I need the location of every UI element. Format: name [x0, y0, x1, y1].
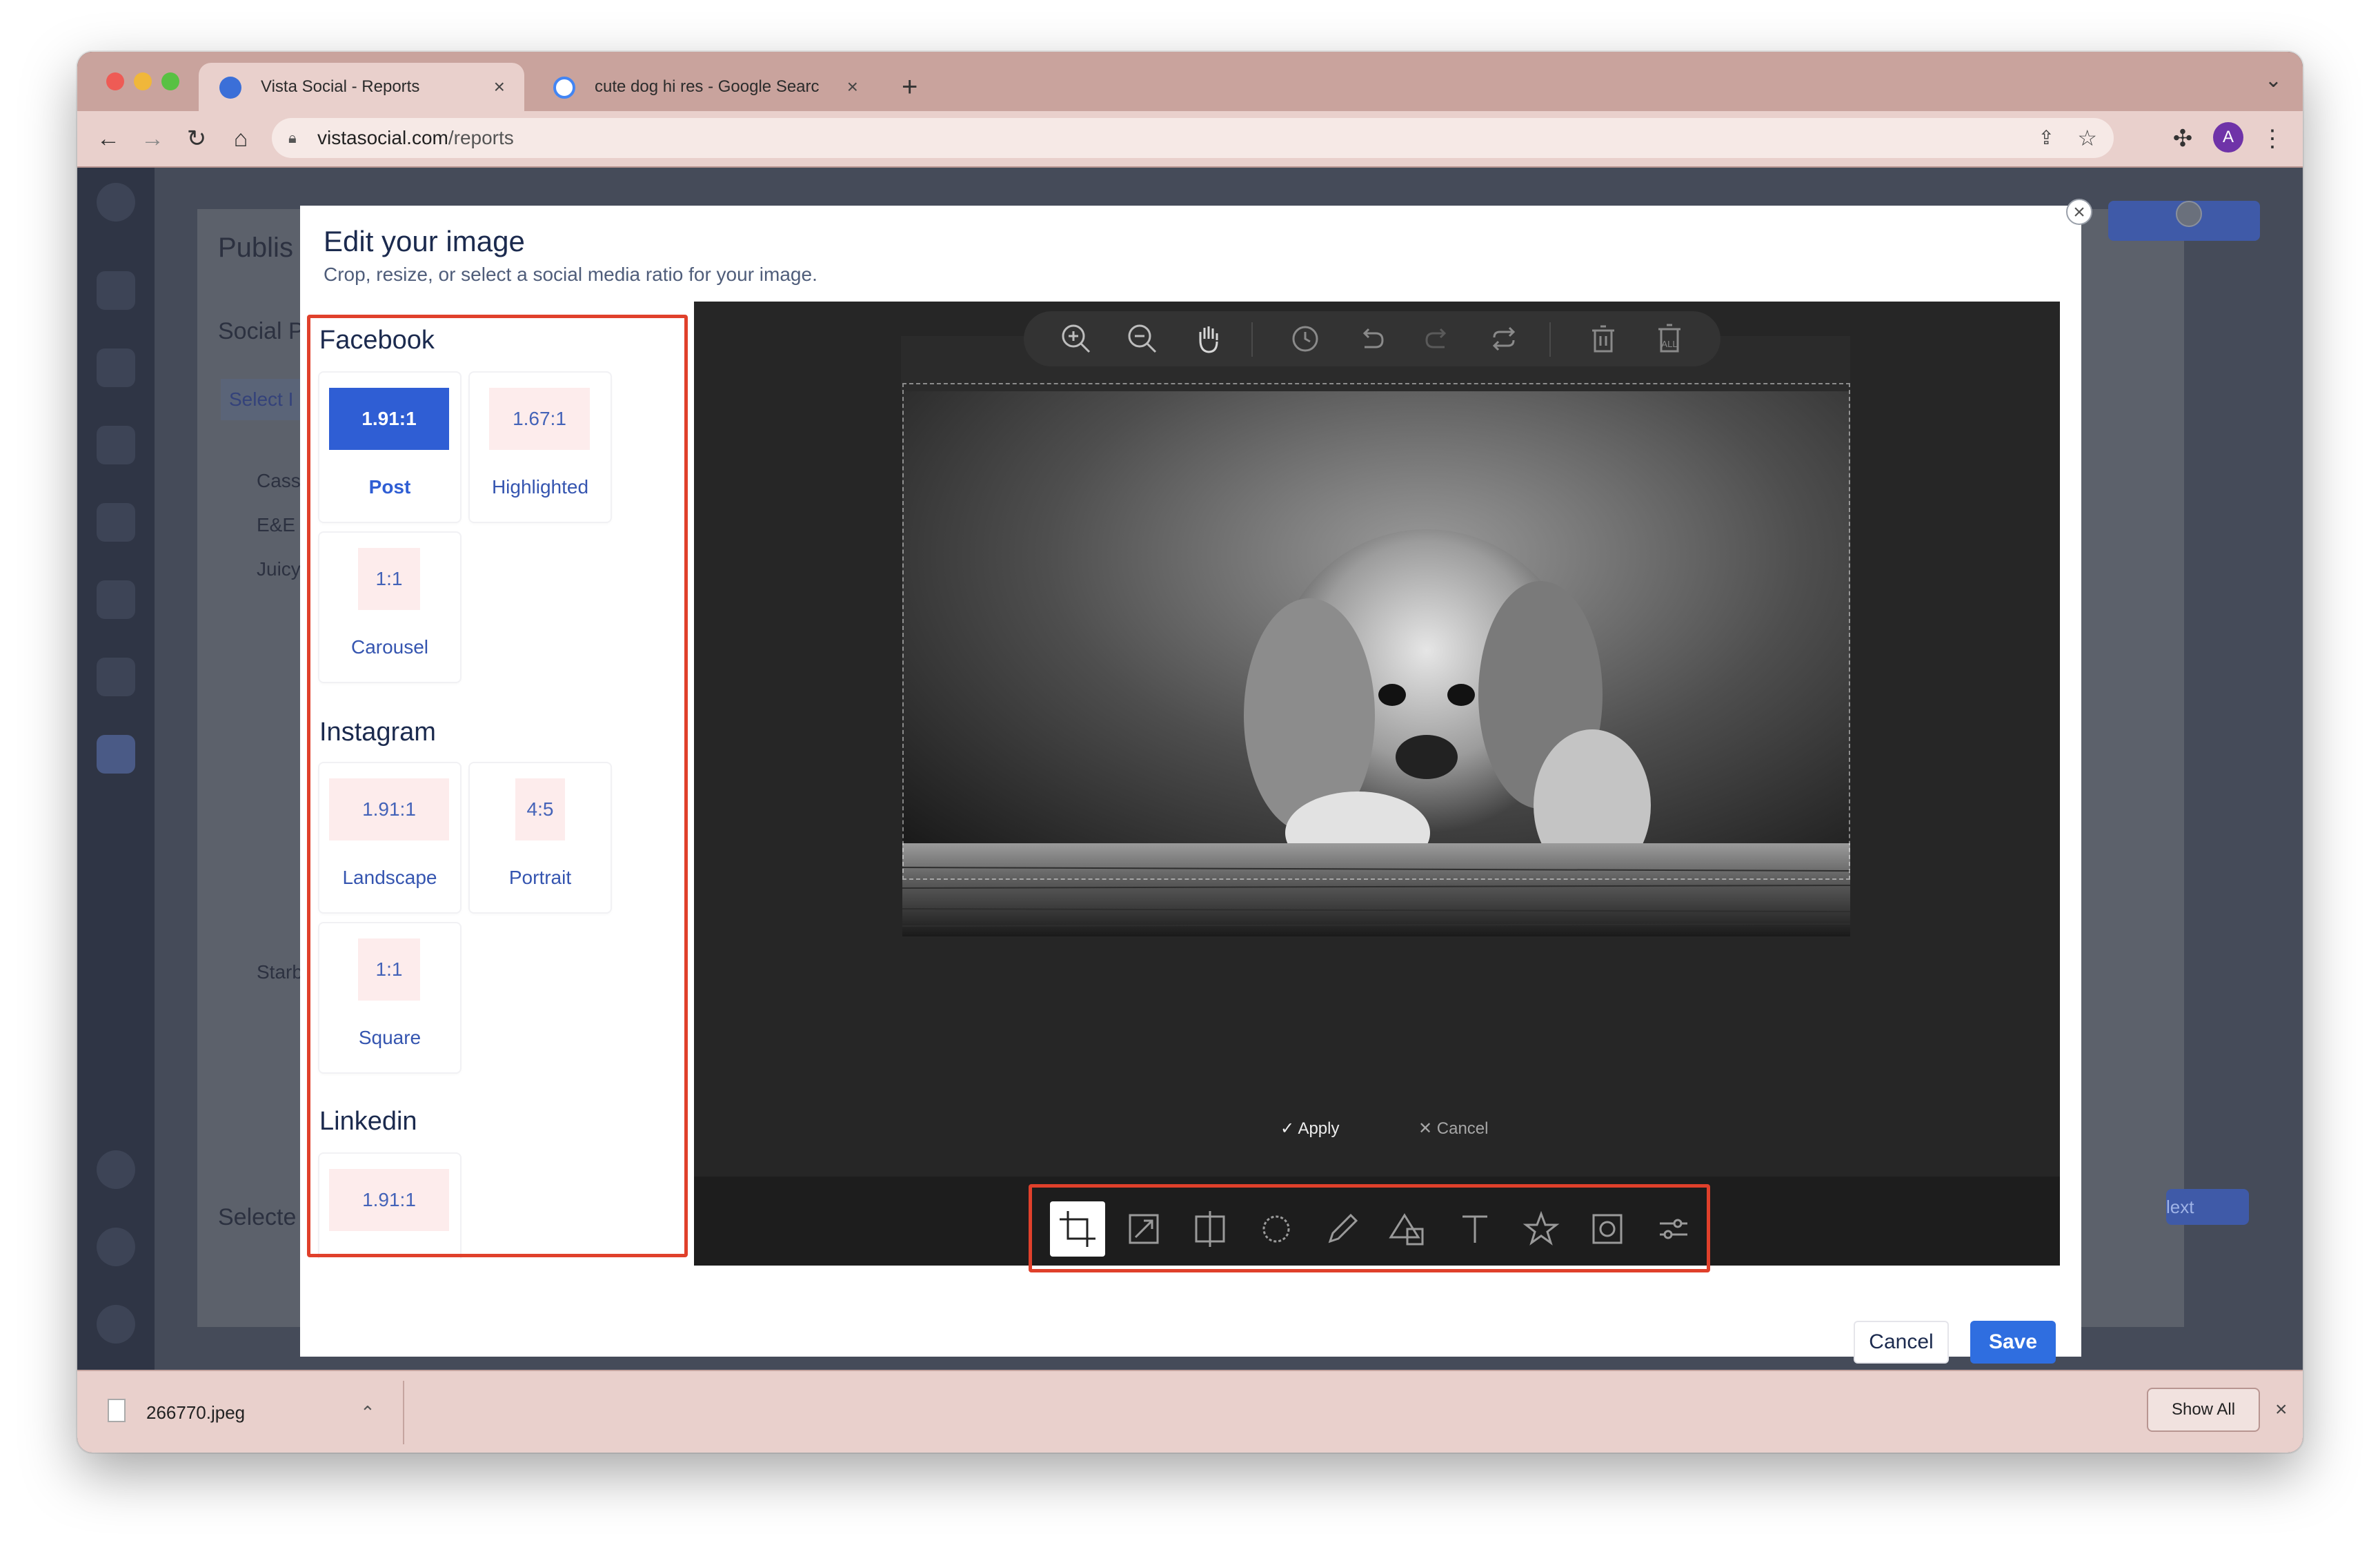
zoom-out-icon[interactable] — [1123, 319, 1162, 358]
profile-avatar[interactable]: A — [2213, 122, 2243, 153]
reports-nav-icon[interactable] — [97, 735, 135, 774]
extensions-icon[interactable]: ✣ — [2163, 119, 2202, 158]
tab-title: Vista Social - Reports — [261, 77, 420, 96]
forward-icon[interactable]: → — [135, 119, 170, 158]
vista-social-favicon — [219, 77, 241, 99]
close-tab-icon[interactable]: × — [494, 63, 505, 111]
new-tab-icon[interactable]: + — [902, 63, 918, 111]
toolbar-highlight — [1029, 1184, 1710, 1272]
inbox-nav-icon[interactable] — [97, 503, 135, 542]
profile-row: Juicy — [257, 558, 301, 580]
tab-google-search[interactable]: cute dog hi res - Google Searc × — [533, 63, 877, 111]
download-file-name[interactable]: 266770.jpeg — [146, 1371, 245, 1453]
history-icon[interactable] — [1286, 319, 1325, 358]
cancel-button[interactable]: Cancel — [1854, 1321, 1949, 1364]
zoom-in-icon[interactable] — [1057, 319, 1095, 358]
address-bar[interactable]: 🔒︎ vistasocial.com/reports ⇪ ☆ — [272, 118, 2114, 158]
browser-menu-icon[interactable]: ⋮ — [2253, 119, 2292, 158]
ratio-panel-highlight — [307, 315, 688, 1257]
tab-vista-social[interactable]: Vista Social - Reports × — [199, 63, 524, 111]
pan-hand-icon[interactable] — [1189, 319, 1228, 358]
background-close-icon[interactable] — [2176, 201, 2202, 227]
delete-all-icon[interactable]: ALL — [1650, 319, 1689, 358]
divider — [1251, 322, 1253, 357]
divider — [403, 1381, 404, 1444]
next-button[interactable]: lext — [2166, 1189, 2249, 1225]
url-text: vistasocial.com/reports — [317, 127, 514, 148]
help-nav-icon[interactable] — [97, 1228, 135, 1266]
file-icon — [108, 1399, 126, 1422]
lock-icon: 🔒︎ — [288, 129, 297, 146]
profile-row: Starb — [257, 961, 303, 983]
reset-icon[interactable] — [1485, 319, 1523, 358]
cancel-crop-button[interactable]: ✕ Cancel — [1418, 1112, 1489, 1146]
divider — [1549, 322, 1551, 357]
modal-subtitle: Crop, resize, or select a social media r… — [324, 264, 817, 285]
back-icon[interactable]: ← — [91, 119, 126, 158]
calendar-nav-icon[interactable] — [97, 426, 135, 464]
selected-label: Selecte — [218, 1204, 297, 1230]
modal-title: Edit your image — [324, 225, 525, 257]
share-icon[interactable]: ⇪ — [2039, 118, 2054, 158]
profile-row: Cass — [257, 470, 301, 491]
editor-top-toolbar: ALL — [1024, 311, 1720, 366]
chevron-up-icon[interactable]: ⌃ — [360, 1371, 375, 1453]
delete-icon[interactable] — [1584, 319, 1623, 358]
add-nav-icon[interactable] — [97, 1150, 135, 1189]
redo-icon[interactable] — [1418, 319, 1457, 358]
close-downloads-icon[interactable]: × — [2275, 1371, 2288, 1448]
tab-title: cute dog hi res - Google Searc — [595, 77, 820, 96]
browser-toolbar: ← → ↻ ⌂ 🔒︎ vistasocial.com/reports ⇪ ☆ ✣… — [77, 111, 2303, 168]
reload-icon[interactable]: ↻ — [179, 119, 214, 158]
app-sidebar — [77, 168, 155, 1370]
show-all-button[interactable]: Show All — [2147, 1388, 2260, 1432]
social-profiles-label: Social P — [218, 318, 304, 344]
save-button[interactable]: Save — [1970, 1321, 2056, 1364]
reviews-nav-icon[interactable] — [97, 658, 135, 696]
image-editor: ALL ✓ Apply ✕ Cancel — [694, 302, 2060, 1266]
tab-strip: Vista Social - Reports × cute dog hi res… — [77, 52, 2303, 111]
apply-crop-button[interactable]: ✓ Apply — [1280, 1112, 1340, 1146]
app-logo — [97, 183, 135, 222]
home-icon[interactable]: ⌂ — [224, 119, 258, 158]
account-nav-icon[interactable] — [97, 1305, 135, 1344]
bookmark-star-icon[interactable]: ☆ — [2077, 118, 2097, 158]
delete-all-text: ALL — [1661, 339, 1677, 349]
publish-heading: Publis — [218, 233, 293, 263]
downloads-bar: 266770.jpeg ⌃ Show All × — [77, 1370, 2303, 1453]
publish-nav-icon[interactable] — [97, 348, 135, 387]
close-window-button[interactable] — [106, 72, 124, 90]
close-tab-icon[interactable]: × — [847, 63, 858, 111]
crop-selection[interactable] — [902, 383, 1850, 880]
google-favicon — [553, 77, 575, 99]
listening-nav-icon[interactable] — [97, 580, 135, 619]
home-nav-icon[interactable] — [97, 271, 135, 310]
minimize-window-button[interactable] — [134, 72, 152, 90]
crop-action-bar: ✓ Apply ✕ Cancel — [694, 1112, 2060, 1146]
zoom-window-button[interactable] — [161, 72, 179, 90]
close-modal-icon[interactable]: × — [2066, 199, 2092, 225]
tab-search-chevron-icon[interactable]: ⌄ — [2265, 67, 2282, 95]
undo-icon[interactable] — [1352, 319, 1391, 358]
